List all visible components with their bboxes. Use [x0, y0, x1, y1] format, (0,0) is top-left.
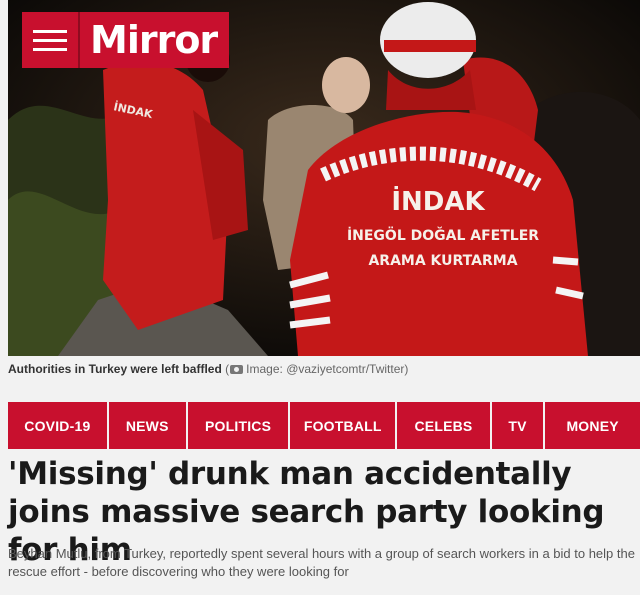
caption-text: Authorities in Turkey were left baffled: [8, 362, 222, 376]
nav-money[interactable]: MONEY: [545, 402, 640, 449]
mirror-logo[interactable]: Mirror: [22, 12, 230, 68]
hamburger-menu-icon[interactable]: [22, 12, 80, 68]
nav-covid-19[interactable]: COVID-19: [8, 402, 109, 449]
article-standfirst: Beyhan Mutlu, from Turkey, reportedly sp…: [8, 546, 635, 579]
jacket-text-sub1: İNEGÖL DOĞAL AFETLER: [347, 226, 539, 244]
nav-football[interactable]: FOOTBALL: [290, 402, 398, 449]
jacket-text-main: İNDAK: [391, 185, 485, 217]
photo-caption: Authorities in Turkey were left baffled …: [8, 362, 408, 376]
nav-news[interactable]: NEWS: [109, 402, 188, 449]
logo-wordmark[interactable]: Mirror: [80, 12, 230, 68]
image-credit: Image: @vaziyetcomtr/Twitter): [246, 362, 409, 376]
nav-politics[interactable]: POLITICS: [188, 402, 291, 449]
nav-tv[interactable]: TV: [492, 402, 546, 449]
camera-icon: [230, 365, 244, 374]
section-nav: COVID-19 NEWS POLITICS FOOTBALL CELEBS T…: [8, 402, 640, 449]
jacket-text-sub2: ARAMA KURTARMA: [368, 253, 517, 269]
nav-celebs[interactable]: CELEBS: [397, 402, 492, 449]
credit-open: (: [225, 362, 230, 376]
